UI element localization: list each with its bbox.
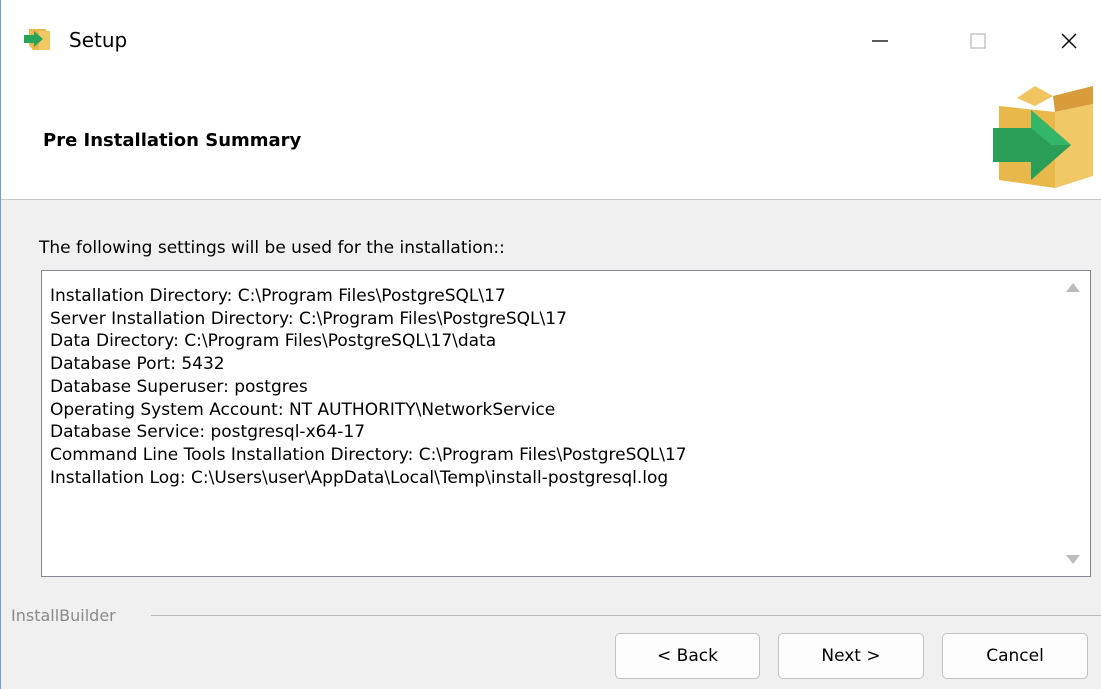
installbuilder-label: InstallBuilder <box>11 606 116 625</box>
summary-line: Installation Directory: C:\Program Files… <box>50 286 506 306</box>
summary-line: Database Service: postgresql-x64-17 <box>50 422 366 443</box>
page-header: Pre Installation Summary <box>1 82 1101 200</box>
summary-line: Data Directory: C:\Program Files\Postgre… <box>50 331 497 352</box>
close-button[interactable] <box>1036 16 1101 66</box>
intro-text: The following settings will be used for … <box>39 238 505 258</box>
scroll-down-arrow-icon[interactable] <box>1066 555 1080 564</box>
page-title: Pre Installation Summary <box>43 130 302 151</box>
close-icon <box>1061 33 1077 49</box>
summary-lines: Installation Directory: C:\Program Files… <box>50 285 687 489</box>
maximize-button[interactable] <box>945 16 1011 66</box>
cancel-button[interactable]: Cancel <box>942 633 1088 679</box>
window-title: Setup <box>69 28 128 52</box>
title-bar[interactable]: Setup <box>1 0 1101 82</box>
next-button[interactable]: Next > <box>778 633 924 679</box>
summary-line: Installation Log: C:\Users\user\AppData\… <box>50 467 669 488</box>
back-button[interactable]: < Back <box>615 633 760 679</box>
scroll-up-arrow-icon[interactable] <box>1066 283 1080 292</box>
setup-window: Setup Pre Installation Summary The follo… <box>0 0 1101 689</box>
minimize-icon <box>872 40 888 42</box>
setup-box-arrow-icon <box>24 29 50 50</box>
box-arrow-icon <box>993 86 1093 188</box>
summary-line: Command Line Tools Installation Director… <box>50 444 687 465</box>
summary-textbox[interactable]: Installation Directory: C:\Program Files… <box>41 270 1091 577</box>
minimize-button[interactable] <box>847 16 913 66</box>
maximize-icon <box>970 33 986 49</box>
footer-divider <box>151 615 1101 616</box>
summary-line: Server Installation Directory: C:\Progra… <box>50 308 567 329</box>
summary-line: Database Port: 5432 <box>50 354 225 375</box>
summary-line: Operating System Account: NT AUTHORITY\N… <box>50 399 556 420</box>
summary-line: Database Superuser: postgres <box>50 376 308 397</box>
